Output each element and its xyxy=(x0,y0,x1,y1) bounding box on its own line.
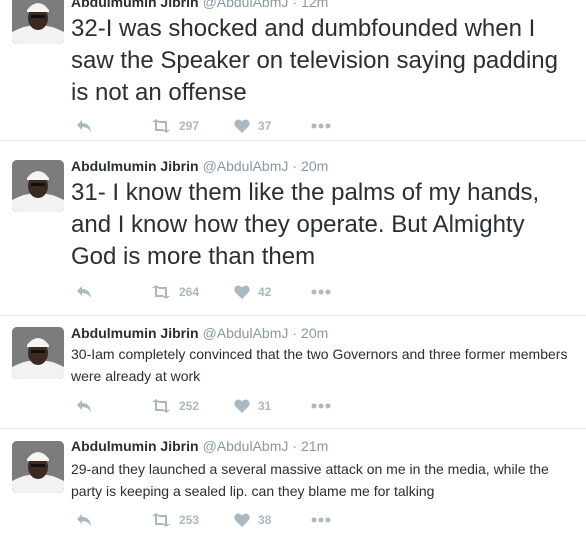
tweet-actions: 297 37 xyxy=(71,119,371,139)
tweet-header: Abdulmumin Jibrin @AbdulAbmJ · 12m xyxy=(71,0,328,10)
avatar[interactable] xyxy=(12,327,64,379)
retweet-button[interactable]: 297 xyxy=(151,119,199,133)
more-button[interactable] xyxy=(311,289,331,295)
heart-icon xyxy=(234,513,250,527)
retweet-icon xyxy=(152,399,170,413)
author-name[interactable]: Abdulmumin Jibrin xyxy=(71,325,199,341)
retweet-count: 253 xyxy=(179,513,200,527)
avatar-image xyxy=(12,0,64,44)
like-count: 37 xyxy=(258,119,272,133)
retweet-icon xyxy=(152,119,170,133)
author-handle[interactable]: @AbdulAbmJ xyxy=(203,438,289,454)
reply-button[interactable] xyxy=(76,399,92,413)
like-button[interactable]: 31 xyxy=(234,399,271,413)
heart-icon xyxy=(234,399,250,413)
more-button[interactable] xyxy=(311,517,331,523)
retweet-button[interactable]: 253 xyxy=(151,513,199,527)
author-name[interactable]: Abdulmumin Jibrin xyxy=(71,438,199,454)
separator: · xyxy=(292,325,298,341)
author-name[interactable]: Abdulmumin Jibrin xyxy=(71,0,199,10)
reply-icon xyxy=(77,400,91,412)
more-button[interactable] xyxy=(311,123,331,129)
tweet-header: Abdulmumin Jibrin @AbdulAbmJ · 20m xyxy=(71,158,328,174)
tweet-actions: 264 42 xyxy=(71,285,371,305)
tweet-header: Abdulmumin Jibrin @AbdulAbmJ · 21m xyxy=(71,438,328,454)
avatar-image xyxy=(12,441,64,493)
tweet-30[interactable]: Abdulmumin Jibrin @AbdulAbmJ · 20m 30-Iam c… xyxy=(0,315,586,429)
tweet-29[interactable]: Abdulmumin Jibrin @AbdulAbmJ · 21m 29-and t… xyxy=(0,428,586,540)
tweet-text: 29-and they launched a several massive a… xyxy=(71,461,549,499)
avatar[interactable] xyxy=(12,0,64,44)
heart-icon xyxy=(234,119,250,133)
retweet-button[interactable]: 252 xyxy=(151,399,199,413)
reply-icon xyxy=(77,514,91,526)
reply-icon xyxy=(77,286,91,298)
reply-button[interactable] xyxy=(76,119,92,133)
reply-icon xyxy=(77,120,91,132)
timestamp[interactable]: 20m xyxy=(301,158,328,174)
like-button[interactable]: 38 xyxy=(234,513,271,527)
author-handle[interactable]: @AbdulAbmJ xyxy=(203,158,289,174)
tweet-31[interactable]: Abdulmumin Jibrin @AbdulAbmJ · 20m 31- I kn… xyxy=(0,140,586,316)
like-button[interactable]: 42 xyxy=(234,285,271,299)
separator: · xyxy=(292,0,298,10)
author-handle[interactable]: @AbdulAbmJ xyxy=(203,325,289,341)
separator: · xyxy=(292,158,298,174)
like-count: 42 xyxy=(258,285,272,299)
like-button[interactable]: 37 xyxy=(234,119,271,133)
avatar[interactable] xyxy=(12,160,64,212)
like-count: 38 xyxy=(258,513,272,527)
tweet-text: 30-Iam completely convinced that the two… xyxy=(71,346,568,384)
retweet-button[interactable]: 264 xyxy=(151,285,199,299)
tweet-text: 32-I was shocked and dumbfounded when I … xyxy=(71,15,558,106)
more-icon xyxy=(311,289,331,295)
more-icon xyxy=(311,123,331,129)
tweet-actions: 253 38 xyxy=(71,513,371,533)
more-icon xyxy=(311,403,331,409)
avatar-image xyxy=(12,160,64,212)
timestamp[interactable]: 21m xyxy=(301,438,328,454)
reply-button[interactable] xyxy=(76,285,92,299)
retweet-count: 297 xyxy=(179,119,200,133)
retweet-icon xyxy=(152,285,170,299)
heart-icon xyxy=(234,285,250,299)
tweet-text: 31- I know them like the palms of my han… xyxy=(71,179,540,270)
separator: · xyxy=(292,438,298,454)
retweet-icon xyxy=(152,513,170,527)
tweet-32[interactable]: Abdulmumin Jibrin @AbdulAbmJ · 12m 32-I was… xyxy=(0,0,586,141)
author-name[interactable]: Abdulmumin Jibrin xyxy=(71,158,199,174)
reply-button[interactable] xyxy=(76,513,92,527)
more-icon xyxy=(311,517,331,523)
retweet-count: 252 xyxy=(179,399,200,413)
avatar[interactable] xyxy=(12,441,64,493)
more-button[interactable] xyxy=(311,403,331,409)
tweet-actions: 252 31 xyxy=(71,399,371,419)
like-count: 31 xyxy=(258,399,272,413)
avatar-image xyxy=(12,327,64,379)
timestamp[interactable]: 12m xyxy=(301,0,328,10)
tweet-header: Abdulmumin Jibrin @AbdulAbmJ · 20m xyxy=(71,325,328,341)
timestamp[interactable]: 20m xyxy=(301,325,328,341)
retweet-count: 264 xyxy=(179,285,200,299)
author-handle[interactable]: @AbdulAbmJ xyxy=(203,0,289,10)
